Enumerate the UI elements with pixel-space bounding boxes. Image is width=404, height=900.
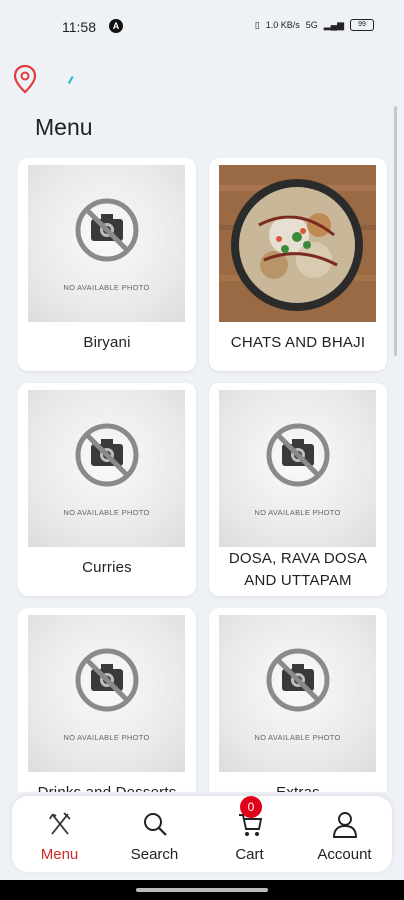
nav-menu[interactable]: Menu [12,796,107,872]
battery-icon: 99 [350,19,374,31]
vibrate-icon: ▯ [254,19,260,30]
no-camera-icon [75,423,139,487]
status-bar: 11:58 A ▯ 1.0 KB/s 5G ▂▄▆ 99 [0,0,404,56]
scrollbar[interactable] [394,106,397,356]
loading-indicator [64,74,74,84]
account-icon [332,812,357,838]
no-camera-icon [75,648,139,712]
category-card-extras[interactable]: NO AVAILABLE PHOTO Extras [209,608,387,792]
speed-indicator: 1.0 KB/s [265,20,300,30]
no-photo-text: NO AVAILABLE PHOTO [63,283,150,292]
chaat-bowl-image [219,165,376,322]
no-camera-icon [266,423,330,487]
no-photo-placeholder: NO AVAILABLE PHOTO [28,615,185,772]
home-indicator[interactable] [136,888,268,892]
nav-cart-label: Cart [235,846,264,863]
bottom-nav: Menu Search Cart Account 0 [12,796,392,872]
no-photo-placeholder: NO AVAILABLE PHOTO [28,390,185,547]
no-photo-text: NO AVAILABLE PHOTO [63,733,150,742]
category-card-chats-and-bhaji[interactable]: CHATS AND BHAJI [209,158,387,371]
gesture-bar [0,880,404,900]
no-photo-text: NO AVAILABLE PHOTO [254,733,341,742]
no-photo-placeholder: NO AVAILABLE PHOTO [219,390,376,547]
signal-icon: ▂▄▆ [323,19,344,30]
category-card-drinks-and-desserts[interactable]: NO AVAILABLE PHOTO Drinks and Desserts [18,608,196,792]
no-photo-text: NO AVAILABLE PHOTO [254,508,341,517]
nav-search-label: Search [130,846,179,863]
no-photo-placeholder: NO AVAILABLE PHOTO [219,615,376,772]
no-camera-icon [266,648,330,712]
no-camera-icon [75,198,139,262]
status-time: 11:58 [62,19,96,35]
status-icons: ▯ 1.0 KB/s 5G ▂▄▆ 99 [255,19,374,31]
cart-count-badge: 0 [240,796,262,818]
location-pin-icon[interactable] [12,64,38,94]
nav-menu-label: Menu [40,846,79,863]
category-grid: NO AVAILABLE PHOTO Biryani CHATS AND BHA… [18,158,388,792]
nav-account[interactable]: Account [297,796,392,872]
no-photo-text: NO AVAILABLE PHOTO [63,508,150,517]
category-card-dosa[interactable]: NO AVAILABLE PHOTO DOSA, RAVA DOSA AND U… [209,383,387,596]
category-card-biryani[interactable]: NO AVAILABLE PHOTO Biryani [18,158,196,371]
page-title: Menu [35,114,93,140]
nav-account-label: Account [317,846,372,863]
nav-search[interactable]: Search [107,796,202,872]
category-label: Drinks and Desserts [26,782,188,792]
no-photo-placeholder: NO AVAILABLE PHOTO [28,165,185,322]
category-card-curries[interactable]: NO AVAILABLE PHOTO Curries [18,383,196,596]
category-label: CHATS AND BHAJI [230,334,366,351]
fork-knife-icon [48,812,71,835]
notification-a-icon: A [109,19,123,33]
category-label: DOSA, RAVA DOSA AND UTTAPAM [228,550,368,589]
category-label: Extras [217,782,379,792]
network-indicator: 5G [305,20,318,30]
category-label: Curries [82,559,132,576]
category-photo [219,165,376,322]
search-icon [143,813,167,836]
category-label: Biryani [83,334,131,351]
